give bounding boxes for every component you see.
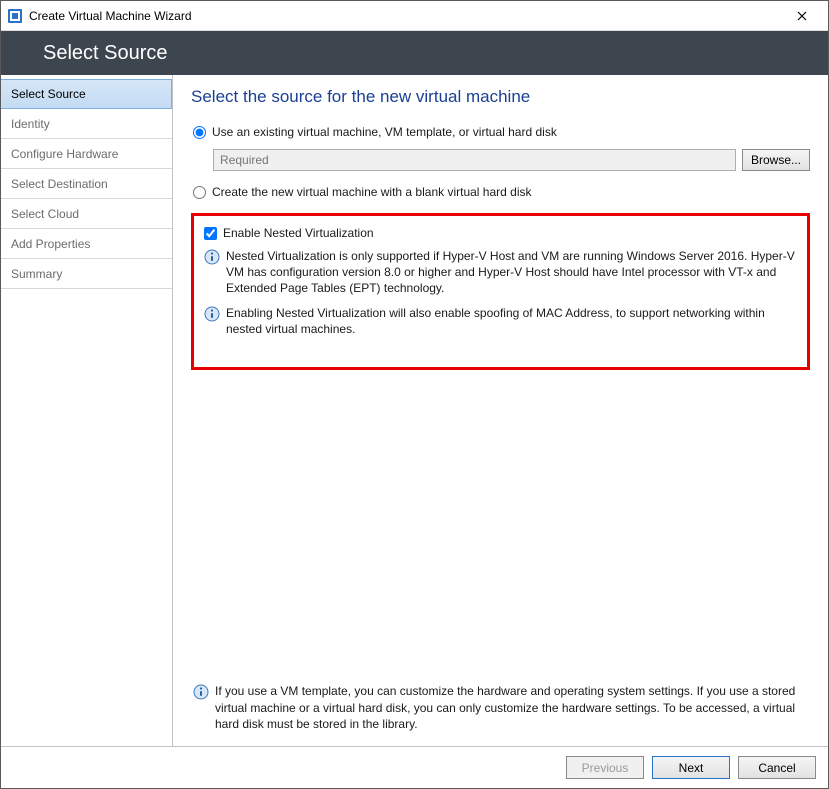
path-row: Browse... [213,149,810,171]
nested-info-2: Enabling Nested Virtualization will also… [204,305,799,337]
wizard-window: Create Virtual Machine Wizard Select Sou… [0,0,829,789]
info-icon [204,249,220,265]
enable-nested-checkbox[interactable] [204,227,217,240]
radio-existing[interactable] [193,126,206,139]
button-bar: Previous Next Cancel [1,746,828,788]
step-label: Add Properties [11,237,90,251]
info-icon [204,306,220,322]
step-summary[interactable]: Summary [1,259,172,289]
wizard-body: Select Source Identity Configure Hardwar… [1,75,828,746]
step-label: Identity [11,117,50,131]
source-path-input[interactable] [213,149,736,171]
radio-blank-row: Create the new virtual machine with a bl… [191,185,810,199]
step-label: Summary [11,267,62,281]
content-heading: Select the source for the new virtual ma… [191,87,810,107]
content: Select the source for the new virtual ma… [173,75,828,746]
step-add-properties[interactable]: Add Properties [1,229,172,259]
nested-info-2-text: Enabling Nested Virtualization will also… [226,305,799,337]
banner: Select Source [1,31,828,75]
nested-check-row: Enable Nested Virtualization [202,226,799,240]
close-button[interactable] [782,1,822,30]
banner-title: Select Source [43,42,168,65]
next-button[interactable]: Next [652,756,730,779]
step-label: Select Source [11,87,86,101]
app-icon [7,8,23,24]
step-select-cloud[interactable]: Select Cloud [1,199,172,229]
info-icon [193,684,209,700]
footer-note-text: If you use a VM template, you can custom… [215,683,810,732]
footer-note: If you use a VM template, you can custom… [191,683,810,746]
step-label: Configure Hardware [11,147,118,161]
radio-blank-label: Create the new virtual machine with a bl… [212,185,532,199]
step-label: Select Destination [11,177,108,191]
step-configure-hardware[interactable]: Configure Hardware [1,139,172,169]
step-select-source[interactable]: Select Source [1,79,172,109]
titlebar: Create Virtual Machine Wizard [1,1,828,31]
window-title: Create Virtual Machine Wizard [29,9,192,23]
radio-blank[interactable] [193,186,206,199]
cancel-button[interactable]: Cancel [738,756,816,779]
nested-virtualization-box: Enable Nested Virtualization Nested Virt… [191,213,810,370]
radio-existing-row: Use an existing virtual machine, VM temp… [191,125,810,139]
previous-button[interactable]: Previous [566,756,644,779]
nested-info-1-text: Nested Virtualization is only supported … [226,248,799,297]
browse-button[interactable]: Browse... [742,149,810,171]
spacer [191,370,810,684]
nested-info-1: Nested Virtualization is only supported … [204,248,799,297]
step-label: Select Cloud [11,207,79,221]
step-identity[interactable]: Identity [1,109,172,139]
radio-existing-label: Use an existing virtual machine, VM temp… [212,125,557,139]
step-select-destination[interactable]: Select Destination [1,169,172,199]
sidebar: Select Source Identity Configure Hardwar… [1,75,173,746]
enable-nested-label: Enable Nested Virtualization [223,226,374,240]
